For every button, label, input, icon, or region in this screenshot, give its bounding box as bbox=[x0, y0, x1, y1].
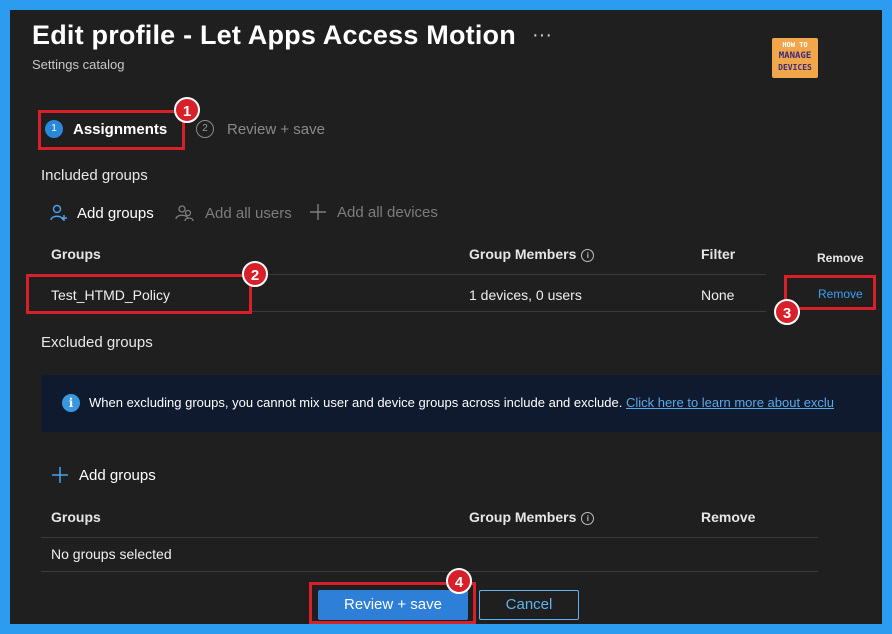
info-banner: i When excluding groups, you cannot mix … bbox=[42, 375, 882, 432]
col-groups: Groups bbox=[51, 246, 101, 262]
col-group-members: Group Members i bbox=[469, 509, 595, 525]
info-banner-text: When excluding groups, you cannot mix us… bbox=[89, 395, 835, 410]
col-remove: Remove bbox=[817, 251, 864, 265]
divider bbox=[41, 571, 818, 572]
page-subtitle: Settings catalog bbox=[32, 57, 125, 72]
add-all-users-button[interactable]: Add all users bbox=[175, 203, 292, 223]
info-icon: i bbox=[62, 394, 80, 412]
col-remove: Remove bbox=[701, 509, 756, 525]
add-all-users-label: Add all users bbox=[205, 204, 292, 222]
annotation-badge-1: 1 bbox=[174, 97, 200, 123]
group-members-cell: 1 devices, 0 users bbox=[469, 287, 582, 303]
cancel-button[interactable]: Cancel bbox=[479, 590, 579, 620]
htmd-logo: HOW TO MANAGE DEVICES bbox=[772, 38, 818, 78]
excluded-groups-heading: Excluded groups bbox=[41, 334, 153, 351]
users-icon bbox=[175, 205, 194, 222]
info-icon[interactable]: i bbox=[581, 248, 595, 262]
col-groups: Groups bbox=[51, 509, 101, 525]
annotation-box-assignments bbox=[38, 110, 185, 150]
portal-window: Edit profile - Let Apps Access Motion ··… bbox=[10, 10, 882, 624]
page-title: Edit profile - Let Apps Access Motion bbox=[32, 20, 516, 50]
learn-more-link[interactable]: Click here to learn more about exclu bbox=[626, 395, 834, 410]
tab-review-save[interactable]: Review + save bbox=[227, 121, 325, 138]
info-icon[interactable]: i bbox=[581, 511, 595, 525]
col-group-members: Group Members i bbox=[469, 246, 595, 262]
filter-cell[interactable]: None bbox=[701, 287, 734, 303]
empty-state-text: No groups selected bbox=[51, 546, 172, 562]
annotation-badge-3: 3 bbox=[774, 299, 800, 325]
step-2-number: 2 bbox=[196, 120, 214, 138]
add-groups-label: Add groups bbox=[77, 204, 154, 222]
add-user-icon bbox=[50, 204, 67, 221]
add-groups-button[interactable]: Add groups bbox=[49, 203, 154, 223]
annotation-box-group bbox=[26, 274, 252, 314]
divider bbox=[41, 537, 818, 538]
col-filter: Filter bbox=[701, 246, 736, 262]
add-all-devices-button[interactable]: Add all devices bbox=[309, 203, 438, 221]
add-all-devices-label: Add all devices bbox=[337, 203, 438, 221]
annotation-badge-4: 4 bbox=[446, 568, 472, 594]
annotation-badge-2: 2 bbox=[242, 261, 268, 287]
included-groups-heading: Included groups bbox=[41, 167, 148, 184]
more-options-icon[interactable]: ··· bbox=[532, 24, 552, 47]
plus-icon bbox=[52, 467, 68, 483]
plus-icon bbox=[310, 204, 326, 220]
add-excluded-groups-button[interactable]: Add groups bbox=[51, 466, 156, 484]
add-groups-label: Add groups bbox=[79, 466, 156, 484]
